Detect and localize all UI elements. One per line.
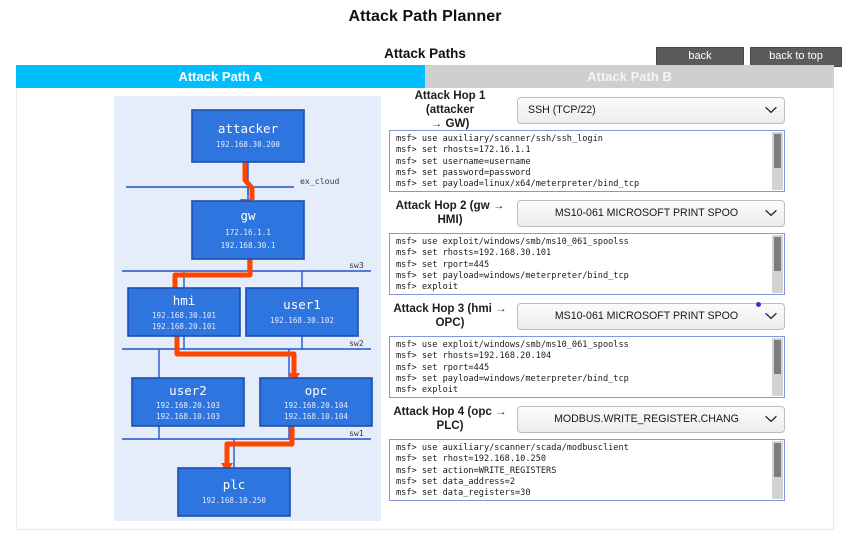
network-topology-diagram: attacker 192.168.30.200 gw 172.16.1.1 19…	[114, 96, 381, 521]
attack-hop-3-exploit-select[interactable]: MS10-061 MICROSOFT PRINT SPOO	[517, 302, 785, 330]
attack-hop-2-console-text: msf> use exploit/windows/smb/ms10_061_sp…	[396, 237, 629, 293]
attack-hop-1-console-text: msf> use auxiliary/scanner/ssh/ssh_login…	[396, 134, 640, 191]
attack-hop-3-exploit-value: MS10-061 MICROSOFT PRINT SPOO	[554, 310, 739, 322]
node-gw-ip-0: 172.16.1.1	[225, 228, 271, 237]
attack-hop-4-exploit-value: MODBUS.WRITE_REGISTER.CHANG	[554, 413, 739, 425]
attack-hop-3-console[interactable]: msf> use exploit/windows/smb/ms10_061_sp…	[389, 336, 785, 398]
node-user1[interactable]: user1 192.168.30.102	[245, 287, 359, 337]
bus-label-sw3: sw3	[349, 260, 364, 270]
node-hmi-ip-1: 192.168.20.101	[152, 322, 216, 331]
attack-hop-4-header: Attack Hop 4 (opc → PLC) MODBUS.WRITE_RE…	[389, 403, 785, 435]
attack-arrow-hmi-opc	[174, 336, 297, 374]
topology-nodes: attacker 192.168.30.200 gw 172.16.1.1 19…	[127, 109, 373, 517]
node-attacker-ip-0: 192.168.30.200	[216, 140, 280, 149]
attack-hop-2-exploit-select[interactable]: MS10-061 MICROSOFT PRINT SPOO	[517, 199, 785, 227]
node-attacker[interactable]: attacker 192.168.30.200	[191, 109, 305, 163]
topology-svg: attacker 192.168.30.200 gw 172.16.1.1 19…	[122, 109, 373, 517]
attack-hop-4: Attack Hop 4 (opc → PLC) MODBUS.WRITE_RE…	[389, 403, 785, 501]
node-opc-ip-0: 192.168.20.104	[284, 401, 348, 410]
tab-attack-path-a[interactable]: Attack Path A	[16, 65, 425, 90]
attack-hop-1-exploit-select[interactable]: SSH (TCP/22)	[517, 96, 785, 124]
node-user2-ip-1: 192.168.10.103	[156, 412, 220, 421]
chevron-down-icon	[765, 106, 777, 114]
attack-hop-2-exploit-value: MS10-061 MICROSOFT PRINT SPOO	[554, 207, 739, 219]
attack-hop-4-scrollbar-thumb[interactable]	[774, 443, 781, 477]
attack-hop-1: Attack Hop 1 (attacker → GW) SSH (TCP/22…	[389, 89, 785, 192]
attack-hop-4-console-text: msf> use auxiliary/scanner/scada/modbusc…	[396, 443, 629, 500]
attack-hop-2-scrollbar[interactable]	[772, 235, 783, 293]
page-title: Attack Path Planner	[348, 8, 502, 25]
node-plc[interactable]: plc 192.168.10.250	[177, 467, 291, 517]
attack-hop-2-scrollbar-thumb[interactable]	[774, 237, 781, 271]
node-gw-name: gw	[240, 208, 256, 223]
attack-hop-1-scrollbar[interactable]	[772, 132, 783, 190]
attack-hop-2: Attack Hop 2 (gw → HMI) MS10-061 MICROSO…	[389, 197, 785, 295]
node-attacker-name: attacker	[218, 121, 279, 136]
attack-hop-4-exploit-select[interactable]: MODBUS.WRITE_REGISTER.CHANG	[517, 405, 785, 433]
bus-label-ex-cloud: ex_cloud	[300, 176, 340, 186]
attack-hop-1-header: Attack Hop 1 (attacker → GW) SSH (TCP/22…	[389, 89, 785, 130]
back-button[interactable]: back	[656, 47, 744, 67]
node-user2-ip-0: 192.168.20.103	[156, 401, 220, 410]
attack-arrow-opc-plc	[224, 426, 295, 464]
attack-hop-2-label-line1: Attack Hop 2 (gw →	[395, 198, 505, 212]
node-gw-ip-1: 192.168.30.1	[221, 241, 276, 250]
back-to-top-button[interactable]: back to top	[750, 47, 842, 67]
node-opc[interactable]: opc 192.168.20.104 192.168.10.104	[259, 377, 373, 427]
node-plc-ip-0: 192.168.10.250	[202, 496, 266, 505]
bus-label-sw1: sw1	[349, 428, 364, 438]
attack-hop-4-label: Attack Hop 4 (opc → PLC)	[389, 405, 511, 433]
attack-hop-1-console[interactable]: msf> use auxiliary/scanner/ssh/ssh_login…	[389, 130, 785, 192]
attack-hop-4-label-line2: PLC)	[436, 419, 464, 432]
node-plc-name: plc	[223, 477, 246, 492]
attack-hop-4-label-line1: Attack Hop 4 (opc →	[393, 404, 507, 418]
bus-label-sw2: sw2	[349, 338, 364, 348]
attack-hop-3-scrollbar[interactable]	[772, 338, 783, 396]
attack-hops-panel: Attack Hop 1 (attacker → GW) SSH (TCP/22…	[381, 88, 833, 529]
attack-hop-3-header: Attack Hop 3 (hmi → OPC) MS10-061 MICROS…	[389, 300, 785, 332]
attack-hop-3-console-text: msf> use exploit/windows/smb/ms10_061_sp…	[396, 340, 629, 396]
tab-attack-path-b[interactable]: Attack Path B	[425, 65, 834, 90]
attack-hop-2-label-line2: HMI)	[437, 213, 463, 226]
attack-hop-2-console[interactable]: msf> use exploit/windows/smb/ms10_061_sp…	[389, 233, 785, 295]
attack-hop-4-scrollbar[interactable]	[772, 441, 783, 499]
attack-hop-1-label-line1: Attack Hop 1 (attacker	[414, 88, 486, 116]
attack-hop-2-header: Attack Hop 2 (gw → HMI) MS10-061 MICROSO…	[389, 197, 785, 229]
node-user1-name: user1	[283, 297, 321, 312]
nav-buttons: back back to top	[656, 47, 842, 67]
chevron-down-icon	[765, 209, 777, 217]
attack-hop-3-label-line2: OPC)	[435, 316, 465, 329]
attack-hop-3-scrollbar-thumb[interactable]	[774, 340, 781, 374]
attack-hop-1-label: Attack Hop 1 (attacker → GW)	[389, 89, 511, 131]
node-gw[interactable]: gw 172.16.1.1 192.168.30.1	[191, 200, 305, 260]
attack-hop-1-exploit-value: SSH (TCP/22)	[528, 104, 596, 116]
node-hmi[interactable]: hmi 192.168.30.101 192.168.20.101	[127, 287, 241, 337]
node-opc-name: opc	[305, 383, 328, 398]
attack-hop-3: Attack Hop 3 (hmi → OPC) MS10-061 MICROS…	[389, 300, 785, 398]
node-hmi-ip-0: 192.168.30.101	[152, 311, 216, 320]
node-user2[interactable]: user2 192.168.20.103 192.168.10.103	[131, 377, 245, 427]
attack-hop-3-label: Attack Hop 3 (hmi → OPC)	[389, 302, 511, 330]
node-opc-ip-1: 192.168.10.104	[284, 412, 348, 421]
chevron-down-icon	[765, 415, 777, 423]
node-user1-ip-0: 192.168.30.102	[270, 316, 334, 325]
attack-hop-3-label-line1: Attack Hop 3 (hmi →	[393, 301, 507, 315]
attack-hop-2-label: Attack Hop 2 (gw → HMI)	[389, 199, 511, 227]
node-user2-name: user2	[169, 383, 207, 398]
attack-hop-3-status-dot	[756, 302, 761, 307]
attack-path-a-panel: attacker 192.168.30.200 gw 172.16.1.1 19…	[16, 88, 834, 530]
attack-hop-4-console[interactable]: msf> use auxiliary/scanner/scada/modbusc…	[389, 439, 785, 501]
chevron-down-icon	[765, 312, 777, 320]
attack-hop-1-scrollbar-thumb[interactable]	[774, 134, 781, 168]
node-hmi-name: hmi	[173, 293, 196, 308]
